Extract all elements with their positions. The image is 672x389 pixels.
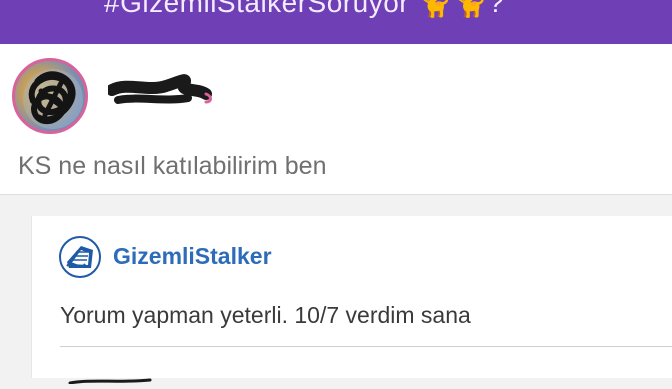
next-comment-redacted-icon (60, 371, 180, 385)
reply-divider (60, 346, 672, 347)
gizemlistalker-avatar-icon[interactable] (59, 236, 101, 278)
header-title: #GizemliStalkerSoruyor 🐈🐈? (104, 0, 505, 18)
redacted-username-icon[interactable] (106, 72, 218, 112)
reply-card[interactable]: GizemliStalker Yorum yapman yeterli. 10/… (31, 216, 672, 385)
reply-text: Yorum yapman yeterli. 10/7 verdim sana (60, 302, 471, 328)
reply-username[interactable]: GizemliStalker (113, 243, 272, 270)
post-text: KS ne nasıl katılabilirim ben (18, 152, 327, 180)
user-avatar-icon[interactable] (12, 58, 88, 134)
post-card[interactable]: KS ne nasıl katılabilirim ben (0, 44, 672, 195)
app-header: #GizemliStalkerSoruyor 🐈🐈? (0, 0, 672, 44)
